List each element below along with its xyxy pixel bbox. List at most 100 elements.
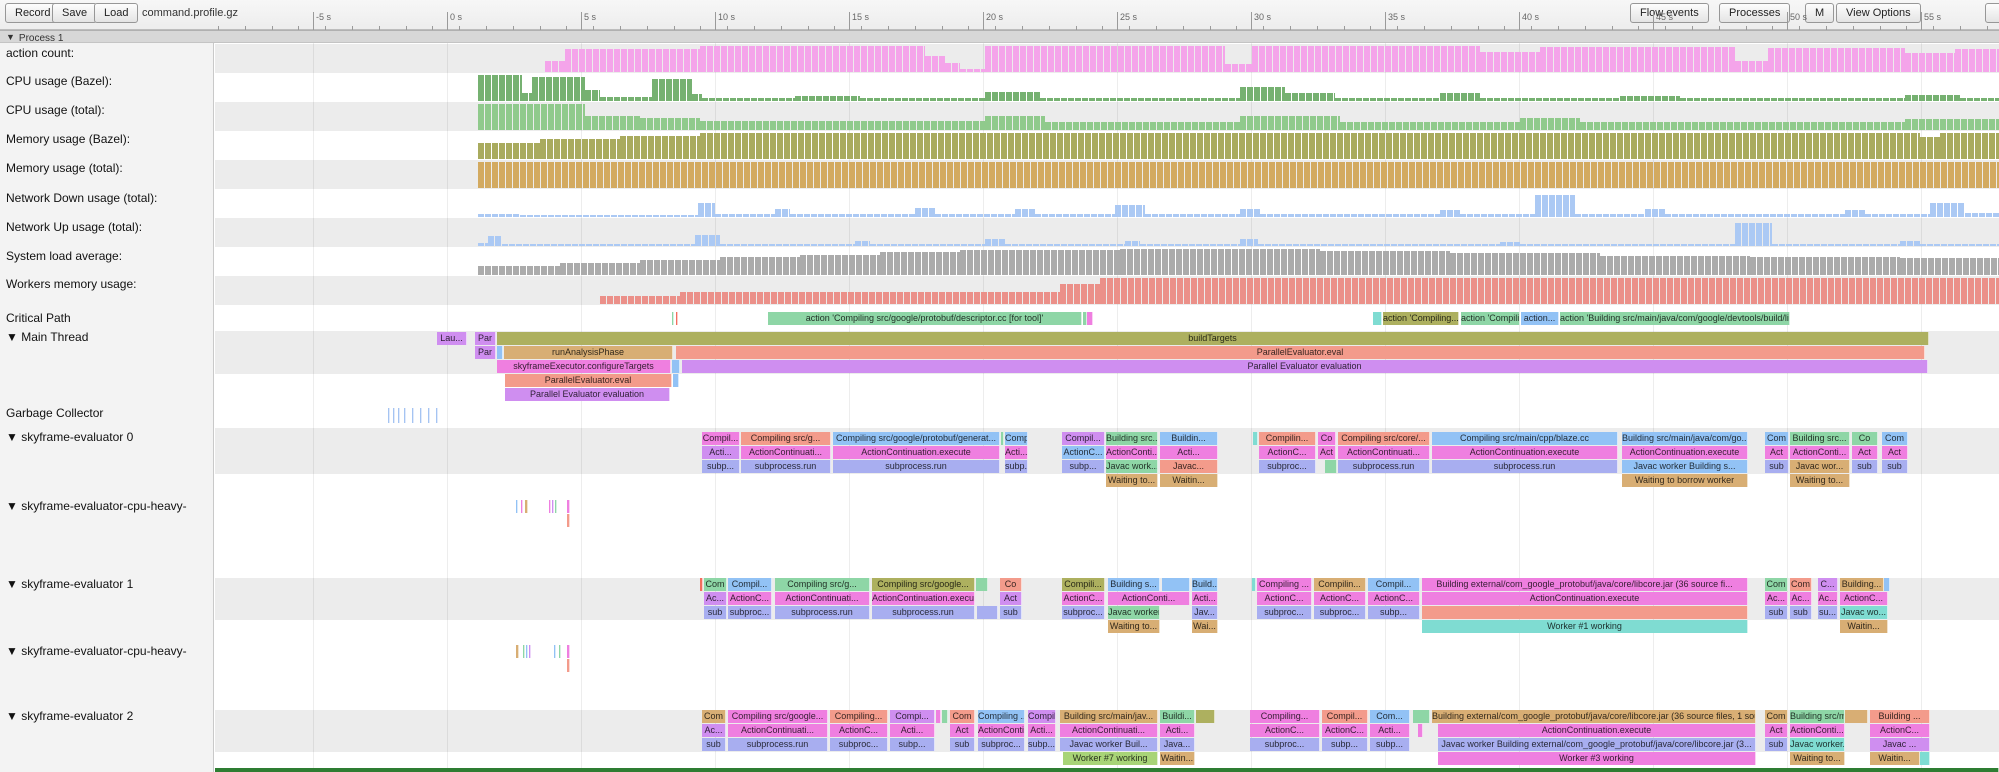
- slice[interactable]: Par: [475, 332, 496, 345]
- slice[interactable]: [567, 645, 570, 658]
- slice[interactable]: subprocess.run: [741, 460, 831, 473]
- slice[interactable]: subprocess.run: [1338, 460, 1430, 473]
- slice[interactable]: subprocess.run: [1432, 460, 1618, 473]
- slice[interactable]: Building s...: [1108, 578, 1160, 591]
- slice[interactable]: Waiting to...: [1106, 474, 1158, 487]
- slice[interactable]: Ac...: [704, 592, 727, 605]
- slice[interactable]: ActionC...: [1314, 592, 1366, 605]
- track-label-workers-memory-usage[interactable]: Workers memory usage:: [6, 277, 136, 291]
- slice[interactable]: subprocess.run: [833, 460, 1000, 473]
- slice[interactable]: [1373, 312, 1382, 325]
- slice[interactable]: Javac work...: [1106, 460, 1158, 473]
- slice[interactable]: Worker #7 working: [1063, 752, 1158, 765]
- slice[interactable]: Compiling src/google...: [728, 710, 828, 723]
- slice[interactable]: [521, 500, 523, 513]
- slice[interactable]: Com: [702, 710, 726, 723]
- slice[interactable]: [398, 408, 400, 423]
- slice[interactable]: [526, 645, 528, 658]
- slice[interactable]: Building src...: [1106, 432, 1158, 445]
- slice[interactable]: [388, 408, 390, 423]
- slice[interactable]: Co: [1318, 432, 1336, 445]
- slice[interactable]: Ac...: [702, 724, 726, 737]
- slice[interactable]: Javac worker...: [1108, 606, 1160, 619]
- slice[interactable]: Compilin...: [1259, 432, 1316, 445]
- slice[interactable]: subprocess.run: [728, 738, 828, 751]
- slice[interactable]: [676, 312, 678, 325]
- slice[interactable]: subprocess.run: [775, 606, 870, 619]
- slice[interactable]: Compiling src/core/...: [1338, 432, 1430, 445]
- slice[interactable]: sub: [1765, 606, 1788, 619]
- slice[interactable]: sub: [1765, 738, 1788, 751]
- slice[interactable]: Compiling src/main/cpp/blaze.cc: [1432, 432, 1618, 445]
- process-header[interactable]: ▼Process 1: [0, 30, 1999, 43]
- slice[interactable]: [1422, 606, 1748, 619]
- slice[interactable]: Com: [1765, 432, 1789, 445]
- slice[interactable]: ActionContinuati...: [1060, 724, 1158, 737]
- slice[interactable]: Building ...: [1870, 710, 1930, 723]
- slice[interactable]: Act: [1882, 446, 1908, 459]
- slice[interactable]: Buildi...: [1160, 710, 1195, 723]
- slice[interactable]: Com...: [1370, 710, 1410, 723]
- slice[interactable]: [942, 710, 948, 723]
- slice[interactable]: ActionC...: [728, 592, 772, 605]
- slice[interactable]: ActionContinuation.execute: [872, 592, 975, 605]
- track-label-cpu-usage-bazel[interactable]: CPU usage (Bazel):: [6, 74, 112, 88]
- slice[interactable]: [529, 645, 531, 658]
- track-label-action-count[interactable]: action count:: [6, 46, 74, 60]
- slice[interactable]: sub: [1765, 460, 1789, 473]
- slice[interactable]: [936, 710, 941, 723]
- slice[interactable]: subproc...: [1259, 460, 1316, 473]
- slice[interactable]: ActionContinuati...: [1338, 446, 1430, 459]
- slice[interactable]: Worker #3 working: [1438, 752, 1756, 765]
- slice[interactable]: subproc...: [1257, 606, 1312, 619]
- slice[interactable]: Javac ...: [1870, 738, 1930, 751]
- slice[interactable]: Compiling...: [1250, 710, 1320, 723]
- slice[interactable]: Compil...: [1062, 432, 1105, 445]
- slice[interactable]: [428, 408, 430, 423]
- slice[interactable]: subproc...: [1062, 606, 1105, 619]
- slice[interactable]: [516, 500, 518, 513]
- slice[interactable]: su...: [1818, 606, 1838, 619]
- slice[interactable]: [1087, 312, 1093, 325]
- slice[interactable]: [393, 408, 395, 423]
- slice[interactable]: Com: [704, 578, 727, 591]
- slice[interactable]: [673, 374, 679, 387]
- slice[interactable]: [1162, 578, 1190, 591]
- slice[interactable]: Act: [950, 724, 975, 737]
- slice[interactable]: sub: [704, 606, 727, 619]
- slice[interactable]: ActionC...: [1259, 446, 1316, 459]
- slice[interactable]: runAnalysisPhase: [504, 346, 673, 359]
- slice[interactable]: ActionContinuation.execute: [1432, 446, 1618, 459]
- slice[interactable]: Compil...: [1028, 710, 1056, 723]
- slice[interactable]: Acti...: [1370, 724, 1410, 737]
- slice[interactable]: [420, 408, 422, 423]
- slice[interactable]: [567, 514, 570, 527]
- slice[interactable]: Building src/main/java/com/go...: [1622, 432, 1748, 445]
- slice[interactable]: [412, 408, 414, 423]
- slice[interactable]: Waiting to...: [1108, 620, 1160, 633]
- slice[interactable]: [436, 408, 438, 423]
- slice[interactable]: Acti...: [1028, 724, 1056, 737]
- slice[interactable]: ActionConti...: [978, 724, 1025, 737]
- slice[interactable]: Acti...: [1005, 446, 1028, 459]
- slice[interactable]: Acti...: [1160, 446, 1218, 459]
- slice[interactable]: ActionC...: [1840, 592, 1888, 605]
- slice[interactable]: subp...: [1028, 738, 1056, 751]
- slice[interactable]: [567, 659, 570, 672]
- slice[interactable]: Buildin...: [1160, 432, 1218, 445]
- slice[interactable]: Act: [1852, 446, 1878, 459]
- slice[interactable]: sub: [950, 738, 975, 751]
- slice[interactable]: Act: [1765, 724, 1788, 737]
- slice[interactable]: Building external/com_google_protobuf/ja…: [1432, 710, 1756, 723]
- slice[interactable]: sub: [1882, 460, 1908, 473]
- slice[interactable]: Waitin...: [1160, 474, 1218, 487]
- slice[interactable]: ActionContinuation.execute: [1438, 724, 1756, 737]
- slice[interactable]: [1884, 578, 1890, 591]
- track-label-critical-path[interactable]: Critical Path: [6, 311, 71, 325]
- slice[interactable]: subproc...: [1314, 606, 1366, 619]
- slice[interactable]: Compil...: [1322, 710, 1368, 723]
- slice[interactable]: ActionC...: [1368, 592, 1420, 605]
- slice[interactable]: subp...: [1322, 738, 1368, 751]
- slice[interactable]: ActionC...: [1870, 724, 1930, 737]
- slice[interactable]: Act: [1765, 446, 1789, 459]
